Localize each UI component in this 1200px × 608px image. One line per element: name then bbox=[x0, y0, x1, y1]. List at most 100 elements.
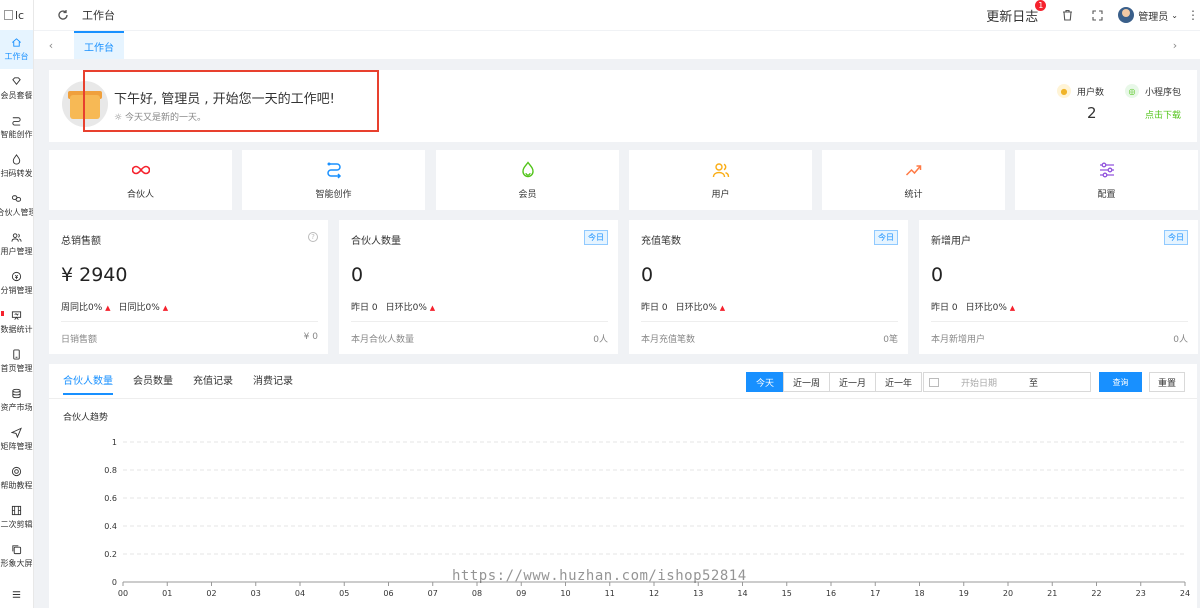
chevron-right-icon[interactable]: › bbox=[1168, 39, 1182, 52]
range-button-2[interactable]: 近一月 bbox=[829, 372, 877, 392]
sidebar-item-7[interactable]: 数据统计 bbox=[0, 303, 33, 342]
sidebar-item-12[interactable]: 二次剪辑 bbox=[0, 498, 33, 537]
sidebar-item-13[interactable]: 形象大屏 bbox=[0, 537, 33, 576]
stat-card: 新增用户 今日 0 昨日 0 日环比0% ▲ 本月新增用户 0人 bbox=[919, 220, 1198, 354]
x-tick-label: 15 bbox=[782, 589, 792, 598]
x-tick-label: 20 bbox=[1003, 589, 1013, 598]
divider bbox=[641, 321, 898, 322]
y-tick-label: 0.4 bbox=[104, 522, 117, 531]
y-tick-label: 0 bbox=[112, 578, 117, 587]
route-icon bbox=[325, 161, 343, 179]
range-buttons: 今天 近一周 近一月 近一年 bbox=[746, 372, 923, 392]
chart-tab-3[interactable]: 消费记录 bbox=[253, 372, 293, 395]
compare-item: 日环比0% ▲ bbox=[386, 300, 436, 313]
sidebar-item-1[interactable]: 会员套餐 bbox=[0, 69, 33, 108]
avatar bbox=[1118, 7, 1135, 23]
card-value: 0 bbox=[351, 264, 364, 286]
changelog-button[interactable]: 更新日志 1 bbox=[986, 0, 1047, 25]
watermark: https://www.huzhan.com/ishop52814 bbox=[452, 568, 747, 584]
route-icon bbox=[11, 115, 22, 126]
sidebar-item-label: 工作台 bbox=[4, 52, 29, 61]
sidebar-item-label: 形象大屏 bbox=[0, 559, 33, 568]
chart-tab-1[interactable]: 会员数量 bbox=[133, 372, 173, 395]
chart-title: 合伙人趋势 bbox=[63, 413, 109, 423]
date-range-picker[interactable]: 开始日期 至 bbox=[923, 372, 1091, 392]
sidebar-item-5[interactable]: 用户管理 bbox=[0, 225, 33, 264]
y-tick-label: 1 bbox=[112, 438, 117, 447]
card-footer-value: 0人 bbox=[593, 335, 608, 345]
x-tick-label: 02 bbox=[206, 589, 216, 598]
chevron-left-icon[interactable]: ‹ bbox=[44, 39, 58, 52]
reset-button[interactable]: 重置 bbox=[1149, 372, 1185, 392]
users-icon bbox=[11, 232, 22, 243]
shortcut-3[interactable]: 用户 bbox=[629, 150, 812, 210]
logo[interactable]: lc bbox=[0, 0, 33, 30]
y-tick-label: 0.6 bbox=[104, 494, 117, 503]
caret-up-icon: ▲ bbox=[1009, 304, 1016, 312]
chart-tab-2[interactable]: 充值记录 bbox=[193, 372, 233, 395]
sidebar-item-8[interactable]: 首页管理 bbox=[0, 342, 33, 381]
trash-icon[interactable] bbox=[1060, 8, 1074, 22]
period-tag: 今日 bbox=[584, 230, 608, 245]
shortcut-1[interactable]: 智能创作 bbox=[242, 150, 425, 210]
x-tick-label: 10 bbox=[560, 589, 570, 598]
shortcut-0[interactable]: 合伙人 bbox=[49, 150, 232, 210]
card-footer-label: 本月充值笔数 bbox=[641, 335, 696, 345]
chart-tab-0[interactable]: 合伙人数量 bbox=[63, 372, 113, 395]
range-button-1[interactable]: 近一周 bbox=[783, 372, 831, 392]
shortcut-5[interactable]: 配置 bbox=[1015, 150, 1198, 210]
compare-item: 周同比0% ▲ bbox=[61, 300, 111, 313]
period-tag: 今日 bbox=[874, 230, 898, 245]
tab-dashboard[interactable]: 工作台 bbox=[74, 31, 124, 59]
send-icon bbox=[11, 427, 22, 438]
card-title: 合伙人数量 bbox=[351, 236, 401, 247]
card-compare: 周同比0% ▲ 日同比0% ▲ bbox=[61, 300, 168, 313]
changelog-label: 更新日志 bbox=[986, 9, 1039, 25]
shortcut-2[interactable]: 会员 bbox=[436, 150, 619, 210]
flame-icon bbox=[519, 160, 537, 179]
sidebar-item-11[interactable]: 帮助教程 bbox=[0, 459, 33, 498]
x-tick-label: 24 bbox=[1180, 589, 1190, 598]
compare-text: 日环比0% bbox=[385, 303, 427, 313]
x-tick-label: 19 bbox=[959, 589, 969, 598]
username: 管理员 bbox=[1138, 11, 1169, 23]
more-vertical-icon[interactable]: ⋮ bbox=[1186, 8, 1200, 22]
user-menu[interactable]: 管理员 ⌄ bbox=[1118, 7, 1178, 23]
x-tick-label: 11 bbox=[605, 589, 615, 598]
link-icon bbox=[11, 193, 22, 204]
sidebar-item-14[interactable] bbox=[0, 576, 33, 608]
download-link[interactable]: 点击下载 bbox=[1125, 108, 1181, 121]
sidebar-item-6[interactable]: 分销管理 bbox=[0, 264, 33, 303]
sidebar-item-4[interactable]: 合伙人管理 bbox=[0, 186, 33, 225]
card-title: 充值笔数 bbox=[641, 236, 681, 247]
sidebar-item-0[interactable]: 工作台 bbox=[0, 30, 33, 69]
sidebar-item-2[interactable]: 智能创作 bbox=[0, 108, 33, 147]
header-actions: 更新日志 1 管理员 ⌄ ⋮ bbox=[986, 0, 1200, 30]
caret-up-icon: ▲ bbox=[105, 304, 111, 312]
sidebar-item-3[interactable]: 扫码转发 bbox=[0, 147, 33, 186]
fullscreen-icon[interactable] bbox=[1090, 8, 1104, 22]
card-value: ¥ 2940 bbox=[61, 264, 128, 286]
tab-bar: ‹ 工作台 › bbox=[34, 31, 1200, 59]
x-tick-label: 13 bbox=[693, 589, 703, 598]
notice-mark bbox=[1, 311, 4, 316]
stat-card: 充值笔数 今日 0 昨日 0 日环比0% ▲ 本月充值笔数 0笔 bbox=[629, 220, 908, 354]
refresh-icon[interactable] bbox=[56, 8, 70, 22]
range-button-3[interactable]: 近一年 bbox=[875, 372, 923, 392]
range-button-0[interactable]: 今天 bbox=[746, 372, 785, 392]
x-tick-label: 16 bbox=[826, 589, 836, 598]
highlight-box bbox=[83, 70, 379, 132]
miniprogram-stat: ◎ 小程序包 点击下载 bbox=[1125, 84, 1181, 121]
help-icon[interactable]: ? bbox=[308, 232, 318, 242]
x-tick-label: 06 bbox=[383, 589, 393, 598]
shortcut-label: 合伙人 bbox=[126, 189, 154, 200]
sidebar-item-10[interactable]: 矩阵管理 bbox=[0, 420, 33, 459]
compare-text: 周同比0% bbox=[61, 303, 103, 313]
query-button[interactable]: 查询 bbox=[1099, 372, 1142, 392]
coin-icon bbox=[11, 271, 22, 282]
shortcut-4[interactable]: 统计 bbox=[822, 150, 1005, 210]
sidebar-item-label: 用户管理 bbox=[0, 247, 33, 256]
sidebar-item-9[interactable]: 资产市场 bbox=[0, 381, 33, 420]
list-icon bbox=[11, 589, 22, 600]
y-tick-label: 0.2 bbox=[104, 550, 117, 559]
